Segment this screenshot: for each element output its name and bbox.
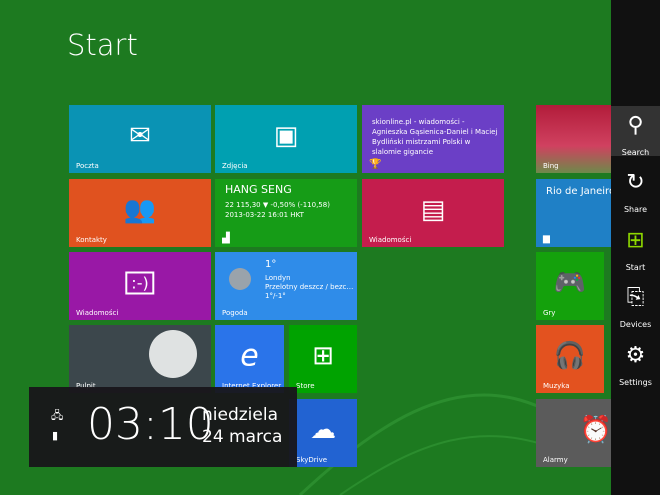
- tile-messaging[interactable]: :-) Wiadomości: [69, 252, 211, 320]
- tile-label: Gry: [543, 309, 556, 317]
- tile-photos[interactable]: ▣ Zdjęcia: [215, 105, 357, 173]
- tile-people[interactable]: 👥 Kontakty: [69, 179, 211, 247]
- headphones-icon: 🎧: [553, 340, 587, 371]
- charm-label: Devices: [619, 320, 652, 329]
- share-icon: ↻: [626, 170, 645, 195]
- xbox-icon: 🎮: [553, 267, 587, 298]
- weather-range: 1°/-1°: [265, 292, 286, 300]
- photo-icon: ▣: [273, 120, 299, 151]
- charm-search[interactable]: ⚲ Search: [611, 106, 660, 157]
- page-title: Start: [67, 28, 138, 62]
- charm-start[interactable]: ⊞ Start: [611, 221, 660, 272]
- news-text: skionline.pl - wiadomości - Agnieszka Gą…: [372, 118, 498, 156]
- tile-news[interactable]: ▤ Wiadomości: [362, 179, 504, 247]
- desktop-wallpaper: [149, 330, 197, 378]
- tile-travel[interactable]: Rio de Janeiro ▆: [536, 179, 611, 247]
- tile-label: Bing: [543, 162, 559, 170]
- cloud-icon: ☁: [310, 414, 336, 445]
- charm-label: Share: [623, 205, 648, 214]
- weather-temp: 1°: [265, 259, 277, 270]
- store-bag-icon: ⊞: [312, 340, 334, 371]
- suitcase-icon: ▆: [543, 234, 550, 244]
- tile-label: Wiadomości: [369, 236, 412, 244]
- tile-label: Kontakty: [76, 236, 107, 244]
- alarm-clock-icon: ⏰: [579, 414, 611, 445]
- charm-label: Search: [621, 148, 650, 157]
- tile-bing[interactable]: Bing: [536, 105, 611, 173]
- tile-label: Store: [296, 382, 315, 390]
- clock-time: 03:10: [87, 399, 214, 450]
- lock-clock-overlay: 🖧 ▮ 03:10 niedziela 24 marca: [29, 387, 297, 467]
- moon-icon: [229, 268, 251, 290]
- mail-icon: ✉: [129, 120, 151, 151]
- tile-ie[interactable]: e Internet Explorer: [215, 325, 284, 393]
- charm-devices[interactable]: ⎘ Devices: [611, 278, 660, 329]
- charm-label: Start: [625, 263, 646, 272]
- tile-label: Pogoda: [222, 309, 248, 317]
- finance-time: 2013-03-22 16:01 HKT: [225, 211, 304, 219]
- gear-icon: ⚙: [625, 343, 646, 368]
- tile-store[interactable]: ⊞ Store: [289, 325, 357, 393]
- people-icon: 👥: [123, 194, 157, 225]
- finance-value: 22 115,30 ▼ -0,50% (-110,58): [225, 201, 330, 209]
- tile-news-live[interactable]: skionline.pl - wiadomości - Agnieszka Gą…: [362, 105, 504, 173]
- tile-weather[interactable]: 1° Londyn Przelotny deszcz / bezc… 1°/-1° Po…: [215, 252, 357, 320]
- charm-label: Settings: [619, 378, 652, 387]
- tile-label: Muzyka: [543, 382, 570, 390]
- chat-icon: :-): [125, 271, 155, 295]
- search-icon: ⚲: [627, 113, 644, 138]
- tile-label: SkyDrive: [296, 456, 328, 464]
- battery-icon: ▮: [52, 429, 59, 442]
- clock-date: 24 marca: [202, 427, 283, 447]
- tile-finance[interactable]: HANG SENG 22 115,30 ▼ -0,50% (-110,58) 201…: [215, 179, 357, 247]
- clock-day: niedziela: [202, 405, 278, 425]
- network-icon: 🖧: [51, 409, 64, 422]
- tile-games[interactable]: 🎮 Gry: [536, 252, 604, 320]
- trophy-icon: 🏆: [369, 159, 382, 170]
- charm-share[interactable]: ↻ Share: [611, 163, 660, 214]
- charms-bar: ⚲ Search ↻ Share ⊞ Start ⎘ Devices ⚙ Settings: [611, 0, 660, 495]
- chart-icon: ▟: [222, 233, 230, 244]
- tile-skydrive[interactable]: ☁ SkyDrive: [289, 399, 357, 467]
- tile-label: Zdjęcia: [222, 162, 248, 170]
- charm-settings[interactable]: ⚙ Settings: [611, 336, 660, 387]
- newspaper-icon: ▤: [420, 194, 446, 225]
- tile-label: Wiadomości: [76, 309, 119, 317]
- tile-music[interactable]: 🎧 Muzyka: [536, 325, 604, 393]
- finance-title: HANG SENG: [225, 183, 292, 196]
- ie-icon: e: [240, 338, 259, 374]
- tile-alarms[interactable]: ⏰ Alarmy: [536, 399, 611, 467]
- tile-label: Poczta: [76, 162, 99, 170]
- tile-desktop[interactable]: Pulpit: [69, 325, 211, 393]
- devices-icon: ⎘: [626, 285, 645, 310]
- windows-icon: ⊞: [626, 228, 645, 253]
- tile-label: Alarmy: [543, 456, 568, 464]
- tile-mail[interactable]: ✉ Poczta: [69, 105, 211, 173]
- travel-title: Rio de Janeiro: [546, 186, 611, 197]
